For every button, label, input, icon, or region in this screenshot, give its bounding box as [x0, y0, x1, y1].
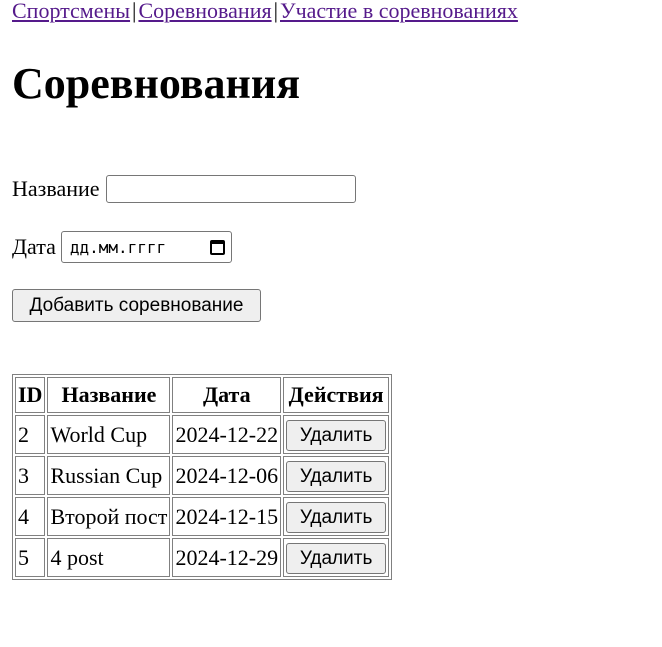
cell-name: 4 post — [47, 538, 171, 577]
cell-actions: Удалить — [283, 497, 390, 536]
header-date: Дата — [172, 377, 282, 413]
table-row: 3 Russian Cup 2024-12-06 Удалить — [15, 456, 390, 495]
cell-date: 2024-12-15 — [172, 497, 282, 536]
competitions-table: ID Название Дата Действия 2 World Cup 20… — [12, 374, 393, 580]
cell-date: 2024-12-29 — [172, 538, 282, 577]
delete-button[interactable]: Удалить — [286, 461, 387, 492]
header-name: Название — [47, 377, 171, 413]
header-id: ID — [15, 377, 46, 413]
date-label: Дата — [12, 234, 56, 259]
delete-button[interactable]: Удалить — [286, 543, 387, 574]
page: Спортсмены|Соревнования|Участие в соревн… — [12, 0, 662, 580]
cell-id: 2 — [15, 415, 46, 454]
date-placeholder: дд.мм.гггг — [69, 237, 167, 257]
delete-button[interactable]: Удалить — [286, 420, 387, 451]
nav-link-participation[interactable]: Участие в соревнованиях — [280, 0, 518, 23]
submit-row: Добавить соревнование — [12, 288, 662, 322]
cell-id: 5 — [15, 538, 46, 577]
cell-name: Russian Cup — [47, 456, 171, 495]
nav-link-athletes[interactable]: Спортсмены — [12, 0, 130, 23]
table-row: 5 4 post 2024-12-29 Удалить — [15, 538, 390, 577]
table-row: 4 Второй пост 2024-12-15 Удалить — [15, 497, 390, 536]
top-nav: Спортсмены|Соревнования|Участие в соревн… — [12, 0, 662, 24]
name-row: Название — [12, 172, 662, 206]
cell-id: 4 — [15, 497, 46, 536]
cell-actions: Удалить — [283, 415, 390, 454]
nav-link-competitions[interactable]: Соревнования — [138, 0, 271, 23]
nav-separator: | — [273, 0, 278, 23]
date-row: Дата дд.мм.гггг — [12, 230, 662, 264]
cell-name: Второй пост — [47, 497, 171, 536]
table-header-row: ID Название Дата Действия — [15, 377, 390, 413]
date-input[interactable]: дд.мм.гггг — [60, 231, 232, 263]
table-row: 2 World Cup 2024-12-22 Удалить — [15, 415, 390, 454]
cell-id: 3 — [15, 456, 46, 495]
add-competition-button[interactable]: Добавить соревнование — [12, 288, 261, 322]
cell-date: 2024-12-06 — [172, 456, 282, 495]
name-label: Название — [12, 176, 100, 201]
cell-name: World Cup — [47, 415, 171, 454]
calendar-icon[interactable] — [209, 239, 225, 255]
delete-button[interactable]: Удалить — [286, 502, 387, 533]
name-input[interactable] — [105, 175, 356, 203]
header-actions: Действия — [283, 377, 390, 413]
cell-date: 2024-12-22 — [172, 415, 282, 454]
cell-actions: Удалить — [283, 538, 390, 577]
cell-actions: Удалить — [283, 456, 390, 495]
page-title: Соревнования — [12, 59, 301, 108]
